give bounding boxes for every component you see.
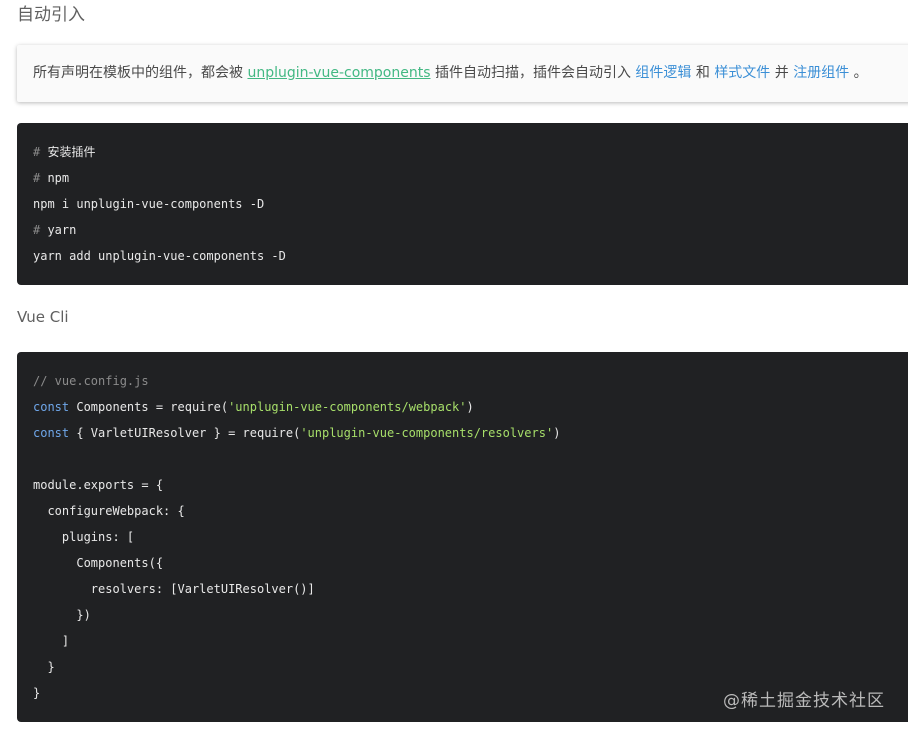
code-line: module.exports = { [33, 472, 908, 498]
code-text: }) [33, 608, 91, 622]
component-logic-link[interactable]: 组件逻辑 [635, 65, 691, 81]
code-text: { VarletUIResolver } = require( [69, 426, 301, 440]
comment-hash: # [33, 145, 48, 159]
code-line: }) [33, 602, 908, 628]
code-line: Components({ [33, 550, 908, 576]
note-text-middle: 插件自动扫描，插件会自动引入 [430, 65, 636, 81]
code-line: const Components = require('unplugin-vue… [33, 394, 908, 420]
code-text: } [33, 660, 55, 674]
code-line: # 安装插件 [33, 139, 908, 165]
comment-hash: # [33, 223, 48, 237]
section-heading: 自动引入 [17, 5, 85, 25]
code-text: resolvers: [VarletUIResolver()] [33, 582, 315, 596]
note-text-also: 并 [770, 65, 794, 81]
code-text: } [33, 686, 41, 700]
code-line: resolvers: [VarletUIResolver()] [33, 576, 908, 602]
config-code-block[interactable]: // vue.config.js const Components = requ… [17, 352, 908, 722]
code-line: ] [33, 628, 908, 654]
code-string: 'unplugin-vue-components/resolvers' [300, 426, 554, 440]
code-text: configureWebpack: { [33, 504, 185, 518]
comment-hash: # [33, 171, 48, 185]
code-text: module.exports = { [33, 478, 164, 492]
code-line: // vue.config.js [33, 368, 908, 394]
code-line: const { VarletUIResolver } = require('un… [33, 420, 908, 446]
code-line: npm i unplugin-vue-components -D [33, 191, 908, 217]
code-text: npm [47, 171, 70, 185]
code-text: Components({ [33, 556, 164, 570]
code-line: # yarn [33, 217, 908, 243]
code-line: # npm [33, 165, 908, 191]
register-component-link[interactable]: 注册组件 [793, 65, 849, 81]
install-code-block[interactable]: # 安装插件 # npm npm i unplugin-vue-componen… [17, 123, 908, 285]
code-line: yarn add unplugin-vue-components -D [33, 243, 908, 269]
watermark: @稀土掘金技术社区 [723, 691, 885, 711]
vue-cli-heading: Vue Cli [17, 308, 69, 326]
info-note: 所有声明在模板中的组件，都会被 unplugin-vue-components … [17, 45, 908, 102]
note-text-before: 所有声明在模板中的组件，都会被 [33, 65, 248, 81]
code-text: npm i unplugin-vue-components -D [33, 197, 265, 211]
code-keyword: const [33, 400, 70, 414]
code-keyword: const [33, 426, 70, 440]
code-text: yarn add unplugin-vue-components -D [33, 249, 286, 263]
code-line: configureWebpack: { [33, 498, 908, 524]
code-text: ) [553, 426, 561, 440]
note-text-end: 。 [849, 65, 868, 81]
code-text: yarn [47, 223, 77, 237]
code-text: 安装插件 [47, 145, 96, 159]
style-files-link[interactable]: 样式文件 [714, 65, 770, 81]
note-text-and: 和 [691, 65, 715, 81]
code-string: 'unplugin-vue-components/webpack' [228, 400, 467, 414]
code-text: ) [466, 400, 474, 414]
plugin-link[interactable]: unplugin-vue-components [247, 65, 430, 81]
code-line: plugins: [ [33, 524, 908, 550]
code-text: Components = require( [69, 400, 229, 414]
code-text: ] [33, 634, 70, 648]
code-text: plugins: [ [33, 530, 135, 544]
code-comment: // vue.config.js [33, 374, 149, 388]
code-line: } [33, 654, 908, 680]
